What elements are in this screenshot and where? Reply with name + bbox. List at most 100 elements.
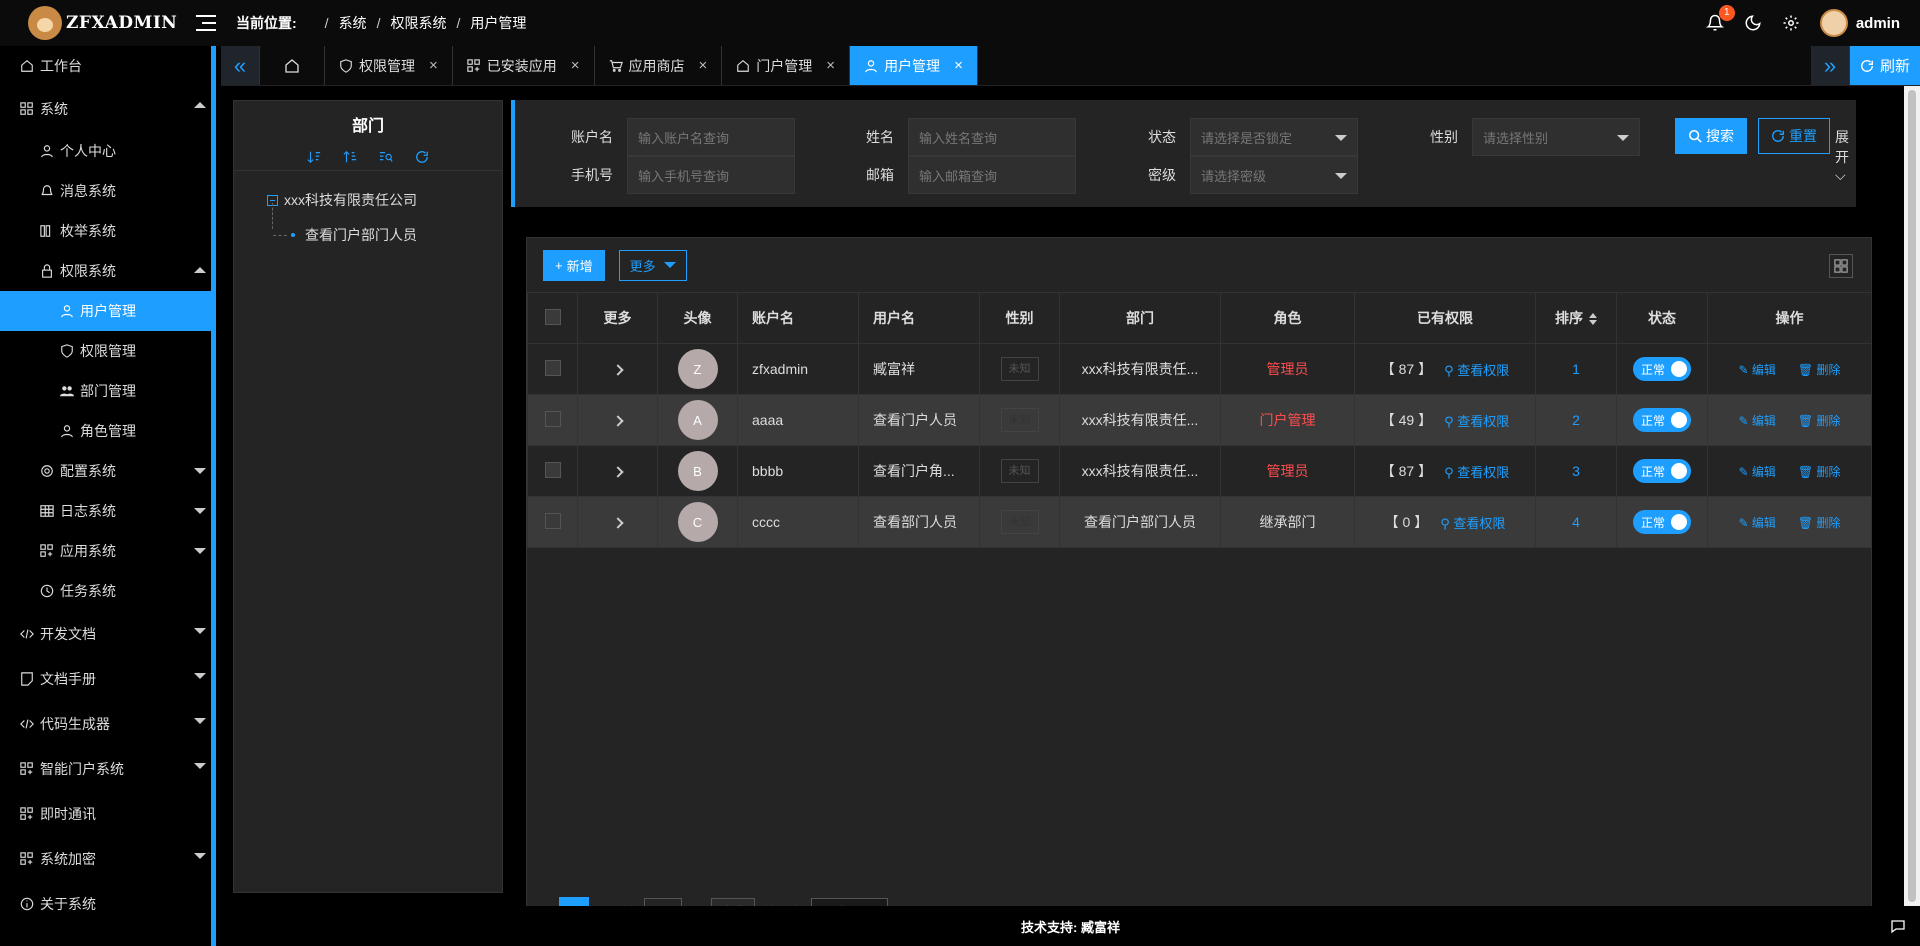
refresh-icon[interactable] <box>415 150 429 164</box>
expand-toggle[interactable]: 展开 ⌵ <box>1835 127 1856 184</box>
menu-toggle-icon[interactable] <box>196 14 218 32</box>
sidebar-item-config[interactable]: 配置系统 <box>0 451 216 491</box>
email-input[interactable]: 输入邮箱查询 <box>908 156 1076 194</box>
sidebar-item-about[interactable]: 关于系统 <box>0 881 216 926</box>
edit-button[interactable]: ✎ 编辑 <box>1739 412 1776 429</box>
sidebar-item-codegen[interactable]: 代码生成器 <box>0 701 216 746</box>
close-icon[interactable]: × <box>429 57 438 74</box>
logo[interactable]: ZFXADMIN <box>0 0 216 46</box>
scrollbar-thumb[interactable] <box>1908 90 1916 902</box>
sidebar-item-system[interactable]: 系统 <box>0 86 216 131</box>
notification-bell-icon[interactable]: 1 <box>1705 5 1735 32</box>
sidebar-item-portal[interactable]: 智能门户系统 <box>0 746 216 791</box>
secret-select[interactable]: 请选择密级 <box>1190 156 1358 194</box>
row-checkbox[interactable] <box>544 512 561 529</box>
refresh-button[interactable]: 刷新 <box>1849 46 1920 85</box>
sidebar-item-tasks[interactable]: 任务系统 <box>0 571 216 611</box>
table-row[interactable]: Bbbbb 查看门户角... 未知 xxx科技有限责任... 管理员 【 87 】 ⚲ 查看… <box>527 445 1872 497</box>
sidebar-item-enum[interactable]: 枚举系统 <box>0 211 216 251</box>
chat-icon[interactable] <box>1890 918 1906 934</box>
tab-permission-management[interactable]: 权限管理 × <box>325 46 453 85</box>
row-expand-cell[interactable] <box>577 343 658 395</box>
status-toggle[interactable]: 正常 <box>1633 357 1691 381</box>
view-permission-link[interactable]: ⚲ 查看权限 <box>1444 411 1509 430</box>
sidebar-item-doc-manual[interactable]: 文档手册 <box>0 656 216 701</box>
more-button[interactable]: 更多 <box>618 249 687 281</box>
name-input[interactable]: 输入姓名查询 <box>908 118 1076 156</box>
sidebar-item-messages[interactable]: 消息系统 <box>0 171 216 211</box>
breadcrumb-item[interactable]: 用户管理 <box>470 13 526 33</box>
sidebar-item-apps[interactable]: 应用系统 <box>0 531 216 571</box>
close-icon[interactable]: × <box>571 57 580 74</box>
sidebar-item-user-management[interactable]: 用户管理 <box>0 291 211 331</box>
row-select-cell[interactable] <box>527 343 578 395</box>
phone-input[interactable]: 输入手机号查询 <box>627 156 795 194</box>
edit-button[interactable]: ✎ 编辑 <box>1739 463 1776 480</box>
sidebar-item-permission-management[interactable]: 权限管理 <box>0 331 216 371</box>
table-row[interactable]: Ccccc 查看部门人员 未知 查看门户部门人员 继承部门 【 0 】 ⚲ 查看权限 4 正常 ✎… <box>527 496 1872 548</box>
tree-node-child[interactable]: 查看门户部门人员 <box>267 203 502 255</box>
close-icon[interactable]: × <box>826 57 835 74</box>
chevron-right-icon[interactable] <box>611 466 624 478</box>
table-row[interactable]: Zzfxadmin 臧富祥 未知 xxx科技有限责任... 管理员 【 87 】 ⚲ 查看权… <box>527 343 1872 395</box>
sidebar-item-dev-docs[interactable]: 开发文档 <box>0 611 216 656</box>
select-all-checkbox[interactable] <box>544 308 561 325</box>
sort-desc-icon[interactable] <box>307 150 321 164</box>
gender-select[interactable]: 请选择性别 <box>1472 118 1640 156</box>
sidebar-item-encrypt[interactable]: 系统加密 <box>0 836 216 881</box>
view-permission-link[interactable]: ⚲ 查看权限 <box>1444 462 1509 481</box>
row-checkbox[interactable] <box>544 461 561 478</box>
delete-button[interactable]: 🗑 删除 <box>1798 514 1841 531</box>
row-expand-cell[interactable] <box>577 394 658 446</box>
edit-button[interactable]: ✎ 编辑 <box>1739 514 1776 531</box>
sort-asc-icon[interactable] <box>343 150 357 164</box>
tab-home[interactable] <box>260 46 325 85</box>
status-toggle[interactable]: 正常 <box>1633 510 1691 534</box>
close-icon[interactable]: × <box>954 57 963 74</box>
status-toggle[interactable]: 正常 <box>1633 408 1691 432</box>
add-button[interactable]: + 新增 <box>543 249 605 281</box>
tab-installed-apps[interactable]: 已安装应用 × <box>453 46 595 85</box>
tab-app-store[interactable]: 应用商店 × <box>595 46 723 85</box>
user-menu[interactable]: admin <box>1819 9 1900 37</box>
view-permission-link[interactable]: ⚲ 查看权限 <box>1444 360 1509 379</box>
sidebar-item-role-management[interactable]: 角色管理 <box>0 411 216 451</box>
chevron-right-icon[interactable] <box>611 364 624 376</box>
select-all-cell[interactable] <box>527 292 578 344</box>
sidebar-scrollbar[interactable] <box>211 46 216 946</box>
search-button[interactable]: 搜索 <box>1675 118 1747 154</box>
chevron-right-icon[interactable] <box>611 517 624 529</box>
row-expand-cell[interactable] <box>577 496 658 548</box>
page-scrollbar[interactable] <box>1904 86 1920 906</box>
tab-user-management[interactable]: 用户管理 × <box>850 46 978 85</box>
breadcrumb-item[interactable]: 系统 <box>339 13 367 33</box>
sort-icon[interactable] <box>1589 313 1597 326</box>
row-select-cell[interactable] <box>527 445 578 497</box>
sidebar-item-permission-system[interactable]: 权限系统 <box>0 251 216 291</box>
account-input[interactable]: 输入账户名查询 <box>627 118 795 156</box>
row-checkbox[interactable] <box>544 410 561 427</box>
chevron-right-icon[interactable] <box>611 415 624 427</box>
sidebar-item-logs[interactable]: 日志系统 <box>0 491 216 531</box>
close-icon[interactable]: × <box>699 57 708 74</box>
tree-node-root[interactable]: xxx科技有限责任公司 <box>267 185 502 215</box>
delete-button[interactable]: 🗑 删除 <box>1798 412 1841 429</box>
status-select[interactable]: 请选择是否锁定 <box>1190 118 1358 156</box>
sidebar-item-dept-management[interactable]: 部门管理 <box>0 371 216 411</box>
breadcrumb-item[interactable]: 权限系统 <box>390 13 446 33</box>
gear-icon[interactable] <box>1782 14 1800 32</box>
row-checkbox[interactable] <box>544 359 561 376</box>
reset-button[interactable]: 重置 <box>1758 118 1830 154</box>
tab-portal-management[interactable]: 门户管理 × <box>722 46 851 85</box>
status-toggle[interactable]: 正常 <box>1633 459 1691 483</box>
column-toggle-icon[interactable] <box>1829 254 1853 278</box>
row-expand-cell[interactable] <box>577 445 658 497</box>
delete-button[interactable]: 🗑 删除 <box>1798 361 1841 378</box>
delete-button[interactable]: 🗑 删除 <box>1798 463 1841 480</box>
column-header-sortable[interactable]: 排序 <box>1535 292 1617 344</box>
moon-icon[interactable] <box>1744 14 1762 32</box>
sidebar-item-workbench[interactable]: 工作台 <box>0 46 216 86</box>
row-select-cell[interactable] <box>527 394 578 446</box>
edit-button[interactable]: ✎ 编辑 <box>1739 361 1776 378</box>
sidebar-item-im[interactable]: 即时通讯 <box>0 791 216 836</box>
